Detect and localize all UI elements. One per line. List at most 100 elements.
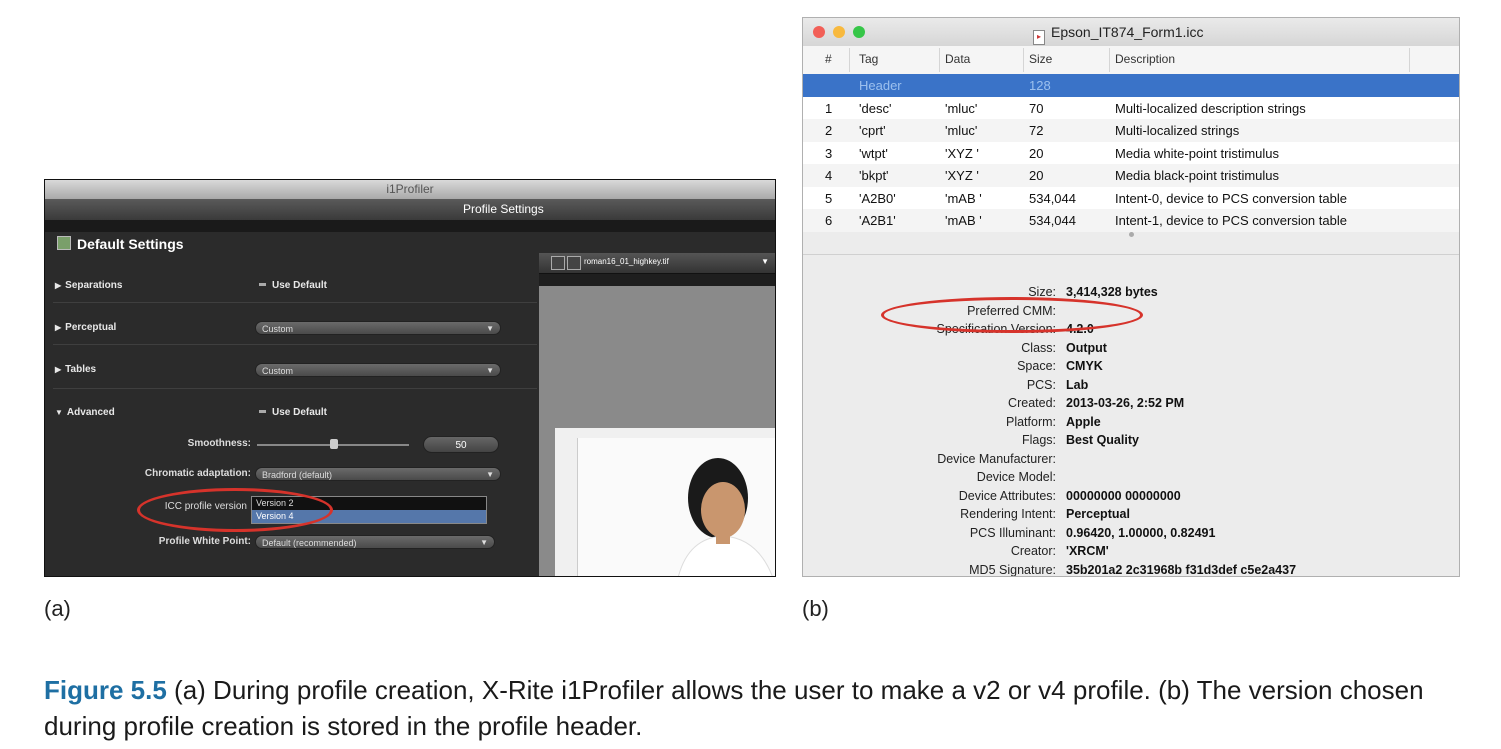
table-row[interactable]: 6 'A2B1' 'mAB ' 534,044 Intent-1, device…: [803, 209, 1459, 232]
info-value: 0.96420, 1.00000, 0.82491: [1066, 525, 1216, 540]
default-settings-label: Default Settings: [77, 236, 184, 252]
separations-use-default-checkbox[interactable]: Use Default: [259, 280, 327, 291]
table-row[interactable]: 1 'desc' 'mluc' 70 Multi-localized descr…: [803, 96, 1459, 119]
perceptual-disclosure[interactable]: ▶ Perceptual: [55, 322, 116, 333]
cell-tag: 'A2B0': [859, 190, 896, 206]
separations-label: Separations: [65, 280, 123, 291]
panel-a-label: (a): [44, 596, 71, 621]
close-button[interactable]: [813, 26, 825, 38]
info-key: MD5 Signature:: [969, 562, 1056, 577]
info-row: MD5 Signature: 35b201a2 2c31968b f31d3def…: [803, 562, 1459, 577]
view-mode-icon[interactable]: [551, 256, 565, 270]
advanced-disclosure[interactable]: ▼ Advanced: [55, 407, 115, 418]
info-row: Space: CMYK: [803, 359, 1459, 377]
cell-tag: 'wtpt': [859, 145, 888, 161]
advanced-use-default-checkbox[interactable]: Use Default: [259, 407, 327, 418]
cell-number: 5: [825, 190, 833, 206]
cell-description: Intent-1, device to PCS conversion table: [1115, 213, 1347, 228]
info-row: Size: 3,414,328 bytes: [803, 285, 1459, 303]
table-row[interactable]: 2 'cprt' 'mluc' 72 Multi-localized strin…: [803, 119, 1459, 142]
column-separator: [939, 48, 940, 72]
column-header-number[interactable]: #: [825, 52, 832, 66]
person-icon[interactable]: [567, 256, 581, 270]
use-default-label: Use Default: [272, 407, 328, 418]
header-band: [45, 220, 775, 232]
checkbox-icon: [259, 283, 266, 286]
info-row: Created: 2013-03-26, 2:52 PM: [803, 396, 1459, 414]
profile-info-panel: Size: 3,414,328 bytes Preferred CMM: Spec…: [803, 254, 1459, 577]
column-separator: [1409, 48, 1410, 72]
smoothness-stepper[interactable]: 50: [423, 436, 499, 453]
tag-table: Header 128 1 'desc' 'mluc' 70 Multi-loca…: [803, 74, 1459, 232]
highlight-circle: [881, 297, 1143, 333]
chromatic-adaptation-label: Chromatic adaptation:: [144, 468, 251, 479]
white-point-label: Profile White Point:: [158, 536, 251, 547]
info-key: PCS:: [1026, 377, 1056, 392]
column-header-data[interactable]: Data: [945, 52, 970, 66]
smoothness-value: 50: [455, 440, 467, 451]
chevron-down-icon[interactable]: ▼: [761, 257, 769, 266]
info-row: Device Attributes: 00000000 00000000: [803, 489, 1459, 507]
cell-size: 128: [1029, 78, 1051, 93]
info-row: Creator: 'XRCM': [803, 544, 1459, 562]
tables-value: Custom: [262, 366, 294, 376]
cell-number: 3: [825, 145, 833, 161]
disclosure-triangle-icon: ▶: [55, 281, 62, 290]
info-value: Output: [1066, 340, 1107, 355]
column-separator: [849, 48, 850, 72]
cell-tag: 'cprt': [859, 123, 886, 138]
zoom-button[interactable]: [853, 26, 865, 38]
info-key: Rendering Intent:: [960, 507, 1056, 521]
info-value: 'XRCM': [1066, 544, 1109, 558]
portrait-illustration: [678, 458, 773, 576]
column-header-size[interactable]: Size: [1029, 52, 1052, 66]
minimize-button[interactable]: [833, 26, 845, 38]
white-point-dropdown[interactable]: Default (recommended) ▼: [255, 535, 495, 549]
cell-size: 70: [1029, 100, 1044, 116]
cell-description: Multi-localized description strings: [1115, 100, 1306, 116]
tables-label: Tables: [65, 364, 97, 375]
caption-text: (a) During profile creation, X-Rite i1Pr…: [44, 675, 1424, 741]
split-handle[interactable]: [1129, 232, 1134, 237]
slider-knob[interactable]: [330, 439, 338, 449]
table-row[interactable]: 3 'wtpt' 'XYZ ' 20 Media white-point tri…: [803, 141, 1459, 164]
cell-number: 6: [825, 213, 833, 228]
perceptual-dropdown[interactable]: Custom ▼: [255, 321, 501, 335]
column-separator: [1023, 48, 1024, 72]
info-key: Space:: [1017, 359, 1056, 373]
cell-size: 20: [1029, 145, 1044, 161]
info-value: 00000000 00000000: [1066, 488, 1181, 503]
info-value: Lab: [1066, 377, 1089, 392]
divider: [53, 388, 537, 389]
default-settings-heading: Default Settings: [57, 236, 184, 252]
white-point-value: Default (recommended): [262, 538, 357, 548]
table-row[interactable]: 5 'A2B0' 'mAB ' 534,044 Intent-0, device…: [803, 186, 1459, 209]
document-icon: ▸: [1033, 30, 1045, 45]
preview-image: [577, 438, 775, 576]
preview-file-name[interactable]: roman16_01_highkey.tif: [584, 257, 669, 266]
separations-disclosure[interactable]: ▶ Separations: [55, 280, 122, 291]
info-value: Best Quality: [1066, 433, 1139, 447]
tables-disclosure[interactable]: ▶ Tables: [55, 364, 96, 375]
chromatic-adaptation-dropdown[interactable]: Bradford (default) ▼: [255, 467, 501, 481]
table-row[interactable]: Header 128: [803, 74, 1459, 97]
info-value: 2013-03-26, 2:52 PM: [1066, 396, 1185, 410]
disclosure-triangle-icon: ▶: [55, 323, 62, 332]
disclosure-triangle-icon: ▶: [55, 365, 62, 374]
info-key: Flags:: [1021, 433, 1056, 447]
cell-tag: Header: [859, 78, 902, 93]
info-value: Apple: [1066, 414, 1101, 429]
tables-dropdown[interactable]: Custom ▼: [255, 363, 501, 377]
info-value: CMYK: [1066, 359, 1103, 373]
disclosure-triangle-down-icon: ▼: [55, 408, 63, 417]
table-row[interactable]: 4 'bkpt' 'XYZ ' 20 Media black-point tri…: [803, 164, 1459, 187]
icc-profile-window: ▸ Epson_IT874_Form1.icc # Tag Data Size D…: [802, 17, 1460, 577]
chevron-down-icon: ▼: [486, 366, 494, 375]
info-row: PCS: Lab: [803, 378, 1459, 396]
column-header-description[interactable]: Description: [1115, 52, 1175, 66]
cell-size: 20: [1029, 168, 1044, 183]
profile-settings-title: Profile Settings: [463, 202, 544, 216]
cell-data: 'mluc': [945, 100, 978, 116]
column-header-tag[interactable]: Tag: [859, 52, 878, 66]
cell-number: 2: [825, 123, 833, 138]
